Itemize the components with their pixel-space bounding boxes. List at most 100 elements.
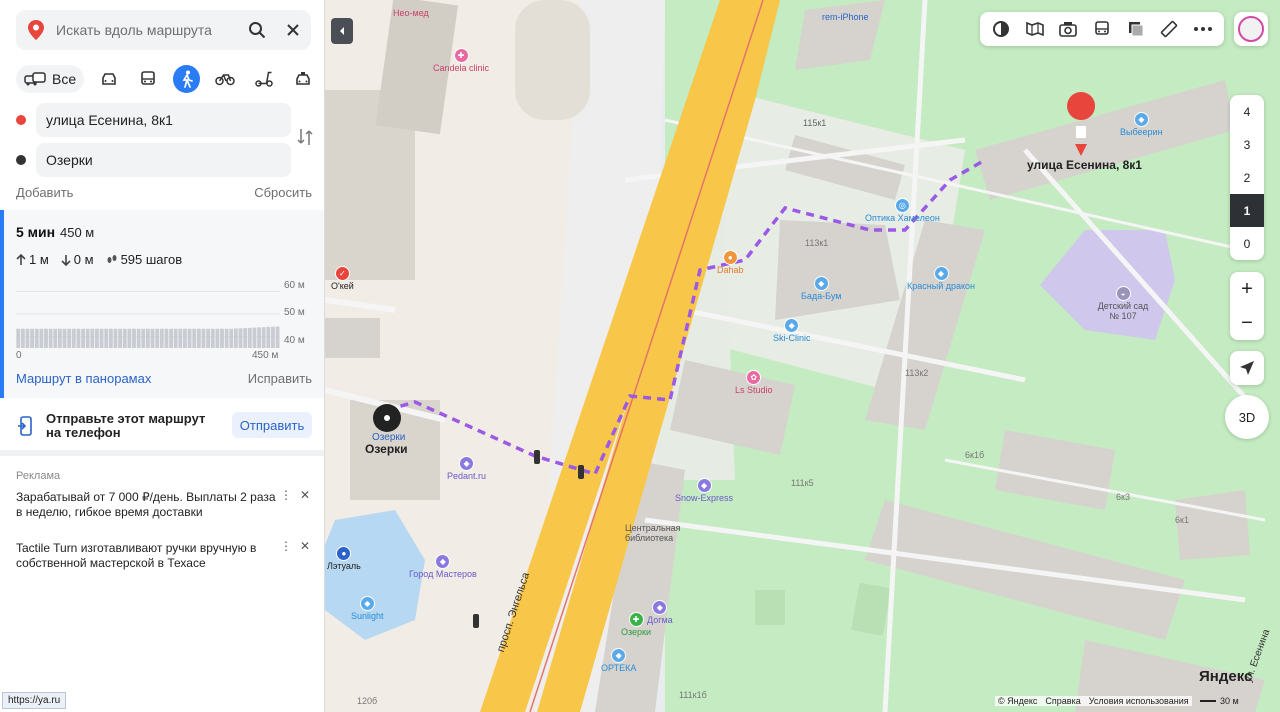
- elevation-bar: [150, 328, 155, 348]
- location-pin-icon: [28, 20, 44, 40]
- map-poi-optika[interactable]: ◎ Оптика Хамелеон: [865, 198, 940, 223]
- map-poi-snow-express[interactable]: ◆ Snow-Express: [675, 478, 733, 503]
- panorama-route-link[interactable]: Маршрут в панорамах: [16, 371, 151, 386]
- mode-walk-button[interactable]: [173, 65, 201, 93]
- transit-layer-icon[interactable]: [1088, 15, 1116, 43]
- route-start-field[interactable]: улица Есенина, 8к1: [36, 103, 291, 137]
- map-label-115k1: 115к1: [803, 118, 827, 128]
- mode-all-button[interactable]: Все: [16, 65, 85, 93]
- elevation-bar: [173, 328, 178, 348]
- map-label-destination[interactable]: улица Есенина, 8к1: [1027, 158, 1142, 172]
- elevation-bar: [141, 328, 146, 348]
- elevation-bar: [247, 327, 252, 348]
- map-label-library[interactable]: Центральная библиотека: [625, 523, 695, 543]
- map-view[interactable]: Нео-мед ✚ Candela clinic rem-iPhone 115к…: [325, 0, 1280, 712]
- map-poi-candela[interactable]: ✚ Candela clinic: [433, 48, 489, 73]
- map-poi-latual[interactable]: ● Лэтуаль: [327, 546, 361, 571]
- 3d-toggle-button[interactable]: 3D: [1225, 395, 1269, 439]
- mode-scooter-button[interactable]: [251, 65, 278, 93]
- map-poi-sunlight[interactable]: ◆ Sunlight: [351, 596, 384, 621]
- cafe-icon: ●: [722, 250, 738, 265]
- add-point-link[interactable]: Добавить: [16, 185, 73, 200]
- elevation-bar: [67, 328, 72, 348]
- route-end-field[interactable]: Озерки: [36, 143, 291, 177]
- transport-modes: Все: [16, 64, 316, 94]
- elevation-bar: [53, 328, 58, 348]
- reset-route-link[interactable]: Сбросить: [254, 185, 312, 200]
- zoom-controls: + −: [1230, 272, 1264, 340]
- elevation-bar: [261, 327, 266, 348]
- mode-taxi-button[interactable]: [289, 65, 316, 93]
- map-poi-detsad[interactable]: ◒ Детский сад № 107: [1093, 286, 1153, 321]
- map-poi-gorod-masterov[interactable]: ◆ Город Мастеров: [409, 554, 477, 579]
- end-dot-icon: [16, 155, 26, 165]
- elevation-bar: [159, 328, 164, 348]
- more-options-icon[interactable]: [1189, 15, 1217, 43]
- close-ad-icon[interactable]: ✕: [300, 488, 310, 503]
- swap-points-icon[interactable]: [294, 126, 316, 148]
- floor-0-button[interactable]: 0: [1230, 227, 1264, 260]
- more-icon[interactable]: ⋮: [280, 488, 292, 503]
- elevation-bar: [104, 328, 109, 348]
- elevation-bar: [132, 328, 136, 348]
- copyright-text[interactable]: © Яндекс: [998, 696, 1037, 706]
- map-poi-orteka[interactable]: ◆ ОРТЕКА: [601, 648, 636, 673]
- map-label-120b: 120б: [357, 696, 378, 706]
- help-link[interactable]: Справка: [1045, 696, 1080, 706]
- steps-value: 595 шагов: [120, 252, 183, 267]
- terms-link[interactable]: Условия использования: [1089, 696, 1189, 706]
- more-icon[interactable]: ⋮: [280, 539, 292, 554]
- map-poi-pedant[interactable]: ◆ Pedant.ru: [447, 456, 486, 481]
- ruler-icon[interactable]: [1155, 15, 1183, 43]
- zoom-in-button[interactable]: +: [1230, 272, 1264, 306]
- close-ad-icon[interactable]: ✕: [300, 539, 310, 554]
- collapse-sidebar-button[interactable]: [331, 18, 353, 44]
- map-poi-ozerki-pharmacy[interactable]: ✚ Озерки: [621, 612, 651, 637]
- elevation-bar: [169, 328, 173, 348]
- map-poi-okey[interactable]: ✓ О'кей: [331, 266, 354, 291]
- arrow-up-icon: [16, 253, 26, 265]
- map-poi-ls-studio[interactable]: ✿ Ls Studio: [735, 370, 773, 395]
- route-summary-card[interactable]: 5 мин 450 м 1 м 0 м 595 шагов 60 м 50 м: [0, 210, 324, 398]
- map-label-neo-med[interactable]: Нео-мед: [393, 8, 429, 18]
- ads-label: Реклама: [16, 470, 61, 482]
- clinic-icon: ✚: [453, 48, 469, 63]
- map-poi-bada-bum[interactable]: ◆ Бада-Бум: [801, 276, 841, 301]
- search-icon[interactable]: [239, 12, 275, 48]
- map-poi-ski-clinic[interactable]: ◆ Ski-Clinic: [773, 318, 811, 343]
- map-poi-krasny-drakon[interactable]: ◆ Красный дракон: [907, 266, 975, 291]
- my-location-button[interactable]: [1230, 351, 1264, 385]
- mode-bike-button[interactable]: [212, 65, 239, 93]
- mode-transit-button[interactable]: [135, 65, 162, 93]
- map-poi-dahab[interactable]: ● Dahab: [717, 250, 744, 275]
- zoom-out-button[interactable]: −: [1230, 306, 1264, 340]
- profile-button[interactable]: [1234, 12, 1268, 46]
- floor-1-button[interactable]: 1: [1230, 194, 1264, 227]
- fix-route-link[interactable]: Исправить: [248, 371, 312, 386]
- map-base-layer[interactable]: [325, 0, 1280, 712]
- phone-send-icon: [18, 416, 32, 436]
- elevation-bar: [136, 328, 141, 348]
- floor-4-button[interactable]: 4: [1230, 95, 1264, 128]
- floor-2-button[interactable]: 2: [1230, 161, 1264, 194]
- elevation-bar: [48, 328, 53, 348]
- ad-text: Зарабатывай от 7 000 ₽/день. Выплаты 2 р…: [16, 490, 276, 519]
- camera-icon[interactable]: [1054, 15, 1082, 43]
- close-icon[interactable]: [275, 12, 311, 48]
- send-to-phone-button[interactable]: Отправить: [232, 412, 312, 438]
- layers-icon[interactable]: [1122, 15, 1150, 43]
- mode-car-button[interactable]: [96, 65, 123, 93]
- navigation-arrow-icon: [1240, 361, 1254, 375]
- map-label-ozerki-start[interactable]: Озерки: [365, 442, 408, 456]
- ad-item[interactable]: Зарабатывай от 7 000 ₽/день. Выплаты 2 р…: [16, 488, 316, 520]
- map-poi-vybeerin[interactable]: ◆ Выбеерин: [1120, 112, 1163, 137]
- map-label-rem-iphone[interactable]: rem-iPhone: [822, 12, 869, 22]
- poi-label: О'кей: [331, 281, 354, 291]
- floor-3-button[interactable]: 3: [1230, 128, 1264, 161]
- send-to-phone-text: Отправьте этот маршрут на телефон: [46, 411, 206, 440]
- panorama-icon[interactable]: [1021, 15, 1049, 43]
- route-card-links: Маршрут в панорамах Исправить: [16, 371, 312, 386]
- route-search-box[interactable]: Искать вдоль маршрута: [16, 10, 311, 50]
- ad-item[interactable]: Tactile Turn изготавливают ручки вручную…: [16, 539, 316, 571]
- traffic-layer-icon[interactable]: [987, 15, 1015, 43]
